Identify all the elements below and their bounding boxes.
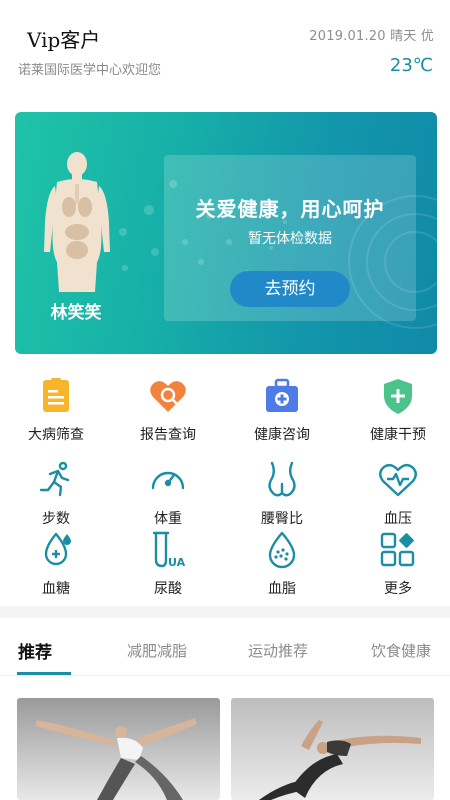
metric-steps[interactable]: 步数 — [0, 460, 112, 528]
service-health-intervention[interactable]: 健康干预 — [342, 376, 450, 444]
page-title: Vip客户 — [27, 28, 101, 52]
service-label: 健康咨询 — [254, 427, 310, 443]
exam-status: 暂无体检数据 — [248, 231, 332, 247]
metric-label: 腰臀比 — [261, 511, 303, 527]
blood-lipid-icon — [268, 531, 296, 569]
metric-weight[interactable]: 体重 — [112, 460, 224, 528]
running-icon — [39, 461, 70, 497]
metric-label: 血脂 — [268, 581, 296, 597]
heart-search-icon — [150, 381, 186, 412]
service-report-query[interactable]: 报告查询 — [112, 376, 224, 444]
article-card[interactable] — [231, 698, 434, 800]
blood-sugar-icon — [44, 532, 71, 566]
gauge-icon — [151, 471, 185, 490]
clipboard-icon — [43, 378, 69, 412]
yoga-image — [231, 698, 434, 800]
active-tab-indicator — [17, 672, 71, 675]
service-label: 健康干预 — [370, 427, 426, 443]
metric-blood-lipid[interactable]: 血脂 — [226, 530, 338, 598]
metric-label: 步数 — [42, 511, 70, 527]
uric-acid-icon: UA — [152, 531, 186, 569]
user-name: 林笑笑 — [50, 303, 102, 323]
svg-text:UA: UA — [168, 556, 186, 569]
slogan-text: 关爱健康，用心呵护 — [195, 197, 385, 221]
service-health-consultation[interactable]: 健康咨询 — [226, 376, 338, 444]
article-tabs: 推荐 减肥减脂 运动推荐 饮食健康 — [0, 618, 450, 676]
body-illustration — [44, 152, 110, 292]
heart-pulse-icon — [379, 463, 417, 497]
header: Vip客户 诺莱国际医学中心欢迎您 2019.01.20 晴天 优 23℃ — [0, 0, 450, 100]
waist-icon — [268, 461, 296, 497]
section-divider — [0, 606, 450, 618]
metric-more[interactable]: 更多 — [342, 530, 450, 598]
metric-blood-sugar[interactable]: 血糖 — [0, 530, 112, 598]
medical-kit-icon — [266, 378, 298, 412]
tab-recommend[interactable]: 推荐 — [18, 638, 52, 663]
welcome-text: 诺莱国际医学中心欢迎您 — [18, 63, 162, 78]
metric-waist-hip-ratio[interactable]: 腰臀比 — [226, 460, 338, 528]
tab-exercise[interactable]: 运动推荐 — [248, 640, 308, 661]
shield-plus-icon — [384, 379, 412, 414]
metric-uric-acid[interactable]: UA 尿酸 — [112, 530, 224, 598]
more-grid-icon — [380, 532, 415, 567]
service-label: 报告查询 — [140, 427, 196, 443]
yoga-image — [17, 698, 220, 800]
service-label: 大病筛查 — [28, 427, 84, 443]
tab-weight-loss[interactable]: 减肥减脂 — [127, 640, 187, 661]
metric-label: 血压 — [384, 511, 412, 527]
health-banner: 林笑笑 关爱健康，用心呵护 暂无体检数据 去预约 — [15, 112, 437, 354]
slogan-panel: 关爱健康，用心呵护 暂无体检数据 去预约 — [164, 155, 416, 321]
metric-label: 更多 — [384, 581, 412, 597]
metric-label: 血糖 — [42, 581, 70, 597]
metric-label: 尿酸 — [154, 581, 182, 597]
metric-blood-pressure[interactable]: 血压 — [342, 460, 450, 528]
service-major-disease-screening[interactable]: 大病筛查 — [0, 376, 112, 444]
date-weather: 2019.01.20 晴天 优 — [309, 29, 434, 44]
temperature: 23℃ — [389, 55, 433, 76]
article-card[interactable] — [17, 698, 220, 800]
tab-diet-health[interactable]: 饮食健康 — [371, 640, 431, 661]
book-appointment-button[interactable]: 去预约 — [230, 271, 350, 307]
metric-label: 体重 — [154, 511, 182, 527]
